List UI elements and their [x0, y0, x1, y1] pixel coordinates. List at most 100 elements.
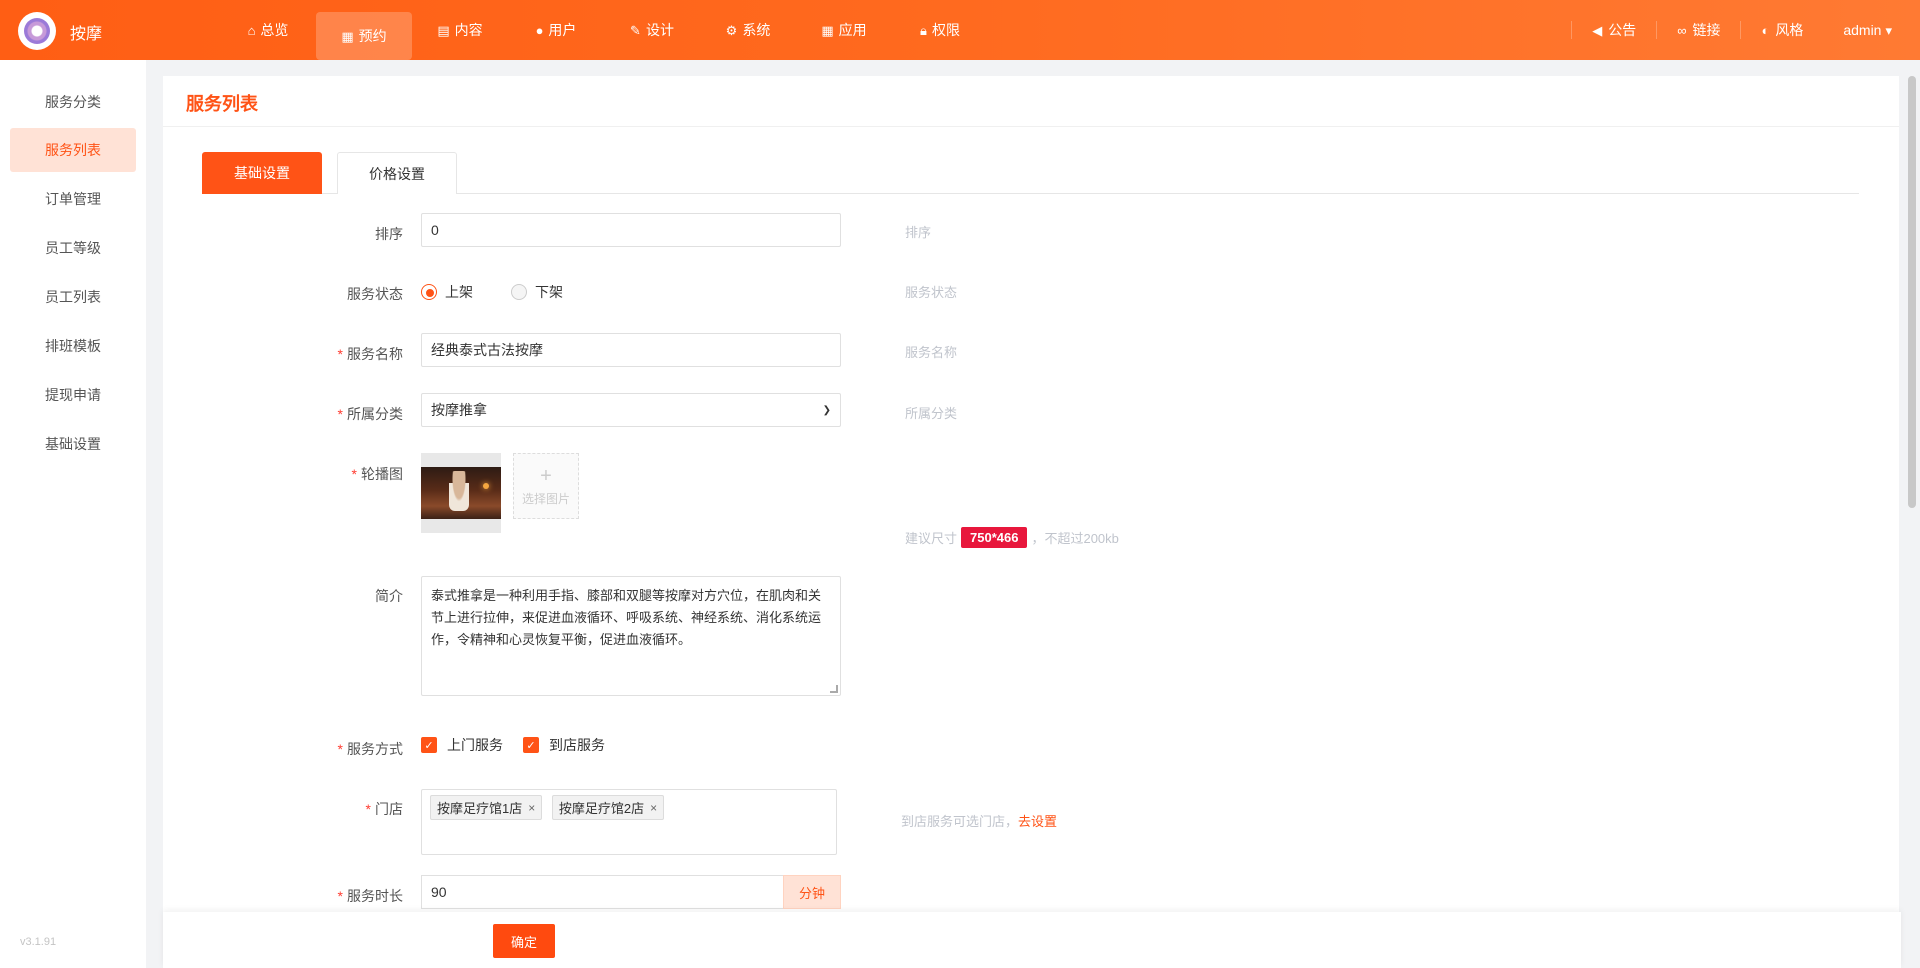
intro-label: 简介 — [263, 586, 403, 606]
service-mode-group: ✓ 上门服务 ✓ 到店服务 — [421, 735, 625, 755]
sidebar-item-basic-settings[interactable]: 基础设置 — [10, 422, 136, 466]
duration-unit: 分钟 — [783, 875, 841, 909]
top-nav: ⌂ 总览 ▦ 预约 ▤ 内容 ● 用户 ✎ 设计 ⚙ 系统 ▦ 应用 🔒︎ 权限 — [220, 0, 988, 60]
remove-chip-icon[interactable]: × — [650, 801, 657, 815]
check-icon: ✓ — [523, 737, 539, 753]
plus-icon: + — [540, 464, 552, 487]
required-mark: * — [365, 801, 371, 817]
topnav-label: 预约 — [358, 28, 387, 44]
go-settings-link[interactable]: 去设置 — [1018, 814, 1057, 829]
version-label: v3.1.91 — [20, 936, 57, 948]
duration-label: * 服务时长 — [263, 886, 403, 906]
sidebar-item-service-list[interactable]: 服务列表 — [10, 128, 136, 172]
required-mark: * — [337, 741, 343, 757]
remove-chip-icon[interactable]: × — [528, 801, 535, 815]
logo-mark — [24, 18, 50, 44]
sidebar: 服务分类 服务列表 订单管理 员工等级 员工列表 排班模板 提现申请 基础设置 … — [0, 60, 146, 968]
required-mark: * — [351, 466, 357, 482]
style-button[interactable]: ◐ 风格 — [1740, 21, 1823, 39]
topnav-item-permissions[interactable]: 🔒︎ 权限 — [892, 0, 988, 60]
notice-button[interactable]: ◀ 公告 — [1571, 21, 1656, 39]
topnav-item-users[interactable]: ● 用户 — [508, 0, 604, 60]
top-bar: 按摩 ⌂ 总览 ▦ 预约 ▤ 内容 ● 用户 ✎ 设计 ⚙ 系统 ▦ 应用 🔒︎ 权限 ◀ 公告 … — [0, 0, 1920, 60]
title-divider — [163, 126, 1899, 127]
topnav-item-booking[interactable]: ▦ 预约 — [316, 12, 412, 60]
page-scrollbar[interactable] — [1908, 76, 1916, 508]
lock-icon: 🔒︎ — [920, 22, 927, 38]
duration-input[interactable]: 90 — [421, 875, 783, 909]
store-chip: 按摩足疗馆2店 × — [551, 795, 665, 820]
sort-hint: 排序 — [905, 225, 932, 240]
tab-price-settings[interactable]: 价格设置 — [337, 152, 457, 194]
radio-dot — [421, 284, 437, 300]
intro-text: 泰式推拿是一种利用手指、膝部和双腿等按摩对方穴位，在肌肉和关节上进行拉伸，来促进… — [431, 588, 822, 647]
duration-label-text: 服务时长 — [347, 888, 403, 904]
sidebar-item-staff-list[interactable]: 员工列表 — [10, 275, 136, 319]
required-mark: * — [337, 406, 343, 422]
image-size-hint: 建议尺寸 750*466 ，不超过200kb — [905, 527, 1119, 548]
grid-icon: ▦ — [821, 22, 834, 38]
photo-lamp — [483, 483, 489, 489]
topnav-item-design[interactable]: ✎ 设计 — [604, 0, 700, 60]
topnav-label: 权限 — [931, 22, 960, 38]
chevron-down-icon: ❯ — [822, 404, 831, 416]
photo-figure — [449, 471, 469, 511]
topnav-label: 用户 — [548, 22, 577, 38]
tab-bar: 基础设置 价格设置 — [202, 152, 1859, 194]
check-label: 到店服务 — [549, 737, 605, 753]
palette-icon: ◐ — [1761, 22, 1770, 38]
link-button[interactable]: ∞ 链接 — [1656, 21, 1740, 39]
store-hint: 到店服务可选门店，去设置 — [901, 811, 1057, 830]
service-name-input[interactable]: 经典泰式古法按摩 — [421, 333, 841, 367]
checkbox-store-service[interactable]: ✓ 到店服务 — [523, 735, 605, 755]
topnav-item-overview[interactable]: ⌂ 总览 — [220, 0, 316, 60]
checkbox-home-service[interactable]: ✓ 上门服务 — [421, 735, 503, 755]
sidebar-item-orders[interactable]: 订单管理 — [10, 177, 136, 221]
status-radio-on-shelf[interactable]: 上架 — [421, 282, 473, 302]
app-logo[interactable] — [18, 12, 56, 50]
sidebar-item-schedule-template[interactable]: 排班模板 — [10, 324, 136, 368]
carousel-label-text: 轮播图 — [361, 466, 403, 482]
select-image-button[interactable]: + 选择图片 — [513, 453, 579, 519]
resize-handle-icon[interactable] — [830, 685, 838, 693]
sidebar-item-staff-level[interactable]: 员工等级 — [10, 226, 136, 270]
check-label: 上门服务 — [447, 737, 503, 753]
category-label-text: 所属分类 — [347, 406, 403, 422]
user-menu[interactable]: admin ▾ — [1823, 22, 1892, 38]
speaker-icon: ◀ — [1592, 22, 1603, 38]
radio-label: 下架 — [535, 284, 563, 300]
page-title: 服务列表 — [186, 94, 258, 114]
required-mark: * — [337, 888, 343, 904]
radio-label: 上架 — [445, 284, 473, 300]
topnav-item-system[interactable]: ⚙ 系统 — [700, 0, 796, 60]
store-hint-text: 到店服务可选门店， — [901, 814, 1019, 829]
sidebar-item-withdraw[interactable]: 提现申请 — [10, 373, 136, 417]
sort-input[interactable]: 0 — [421, 213, 841, 247]
intro-label-text: 简介 — [375, 588, 403, 604]
sidebar-item-service-category[interactable]: 服务分类 — [10, 80, 136, 124]
confirm-button[interactable]: 确定 — [493, 924, 555, 958]
store-label-text: 门店 — [375, 801, 403, 817]
chip-label: 按摩足疗馆1店 — [437, 801, 523, 816]
topnav-label: 设计 — [645, 22, 674, 38]
store-multi-select[interactable]: 按摩足疗馆1店 × 按摩足疗馆2店 × — [421, 789, 837, 855]
store-label: * 门店 — [263, 799, 403, 819]
required-mark: * — [337, 346, 343, 362]
tab-basic-settings[interactable]: 基础设置 — [202, 152, 322, 194]
document-icon: ▤ — [437, 22, 450, 38]
brush-icon: ✎ — [630, 22, 641, 38]
topnav-item-apps[interactable]: ▦ 应用 — [796, 0, 892, 60]
intro-textarea[interactable]: 泰式推拿是一种利用手指、膝部和双腿等按摩对方穴位，在肌肉和关节上进行拉伸，来促进… — [421, 576, 841, 696]
user-name: admin — [1843, 22, 1882, 38]
check-icon: ✓ — [421, 737, 437, 753]
category-select[interactable]: 按摩推拿 ❯ — [421, 393, 841, 427]
chip-label: 按摩足疗馆2店 — [558, 801, 645, 816]
topnav-item-content[interactable]: ▤ 内容 — [412, 0, 508, 60]
footer-bar: 确定 — [163, 912, 1901, 968]
category-hint: 所属分类 — [905, 406, 958, 421]
status-radio-off-shelf[interactable]: 下架 — [511, 282, 563, 302]
top-right-tools: ◀ 公告 ∞ 链接 ◐ 风格 admin ▾ — [1571, 0, 1892, 60]
carousel-image-thumbnail[interactable] — [421, 453, 501, 533]
store-chip: 按摩足疗馆1店 × — [430, 795, 543, 820]
size-hint-suffix: ，不超过200kb — [1031, 531, 1119, 546]
